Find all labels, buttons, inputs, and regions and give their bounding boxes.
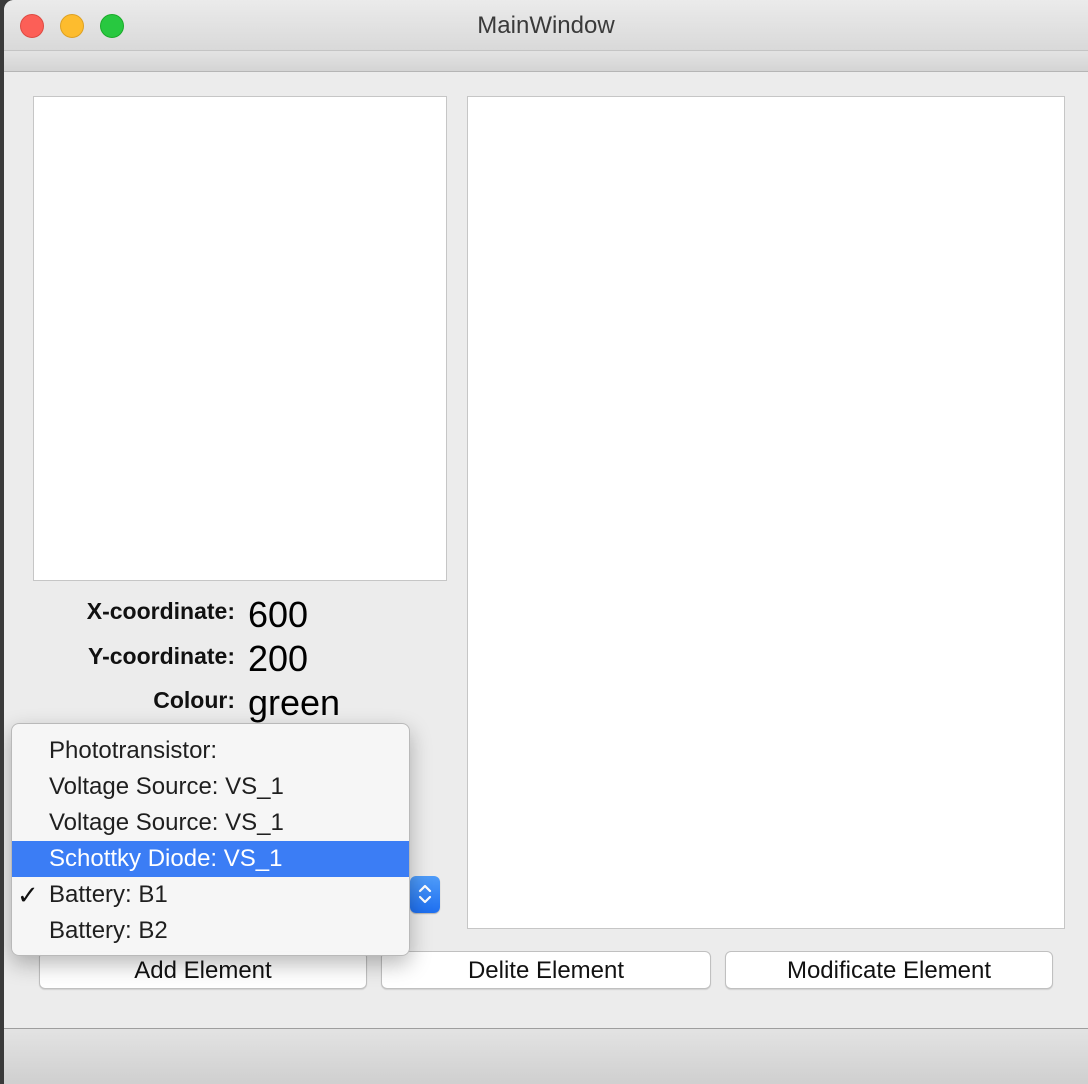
- menu-item-battery-b1[interactable]: ✓ Battery: B1: [12, 877, 409, 913]
- status-bar: [4, 1028, 1088, 1084]
- colour-value: green: [248, 682, 341, 723]
- menu-item-phototransistor[interactable]: Phototransistor:: [12, 733, 409, 769]
- title-bar[interactable]: MainWindow: [4, 0, 1088, 51]
- menu-item-label: Voltage Source: VS_1: [49, 773, 284, 800]
- add-element-button[interactable]: Add Element: [39, 951, 367, 989]
- window-title: MainWindow: [477, 12, 615, 39]
- toolbar: [4, 51, 1088, 72]
- delete-element-button[interactable]: Delite Element: [381, 951, 711, 989]
- element-list-panel[interactable]: [467, 96, 1065, 929]
- element-dropdown-menu[interactable]: Phototransistor: Voltage Source: VS_1 Vo…: [11, 723, 410, 956]
- checkmark-icon: ✓: [17, 880, 39, 910]
- menu-item-schottky-diode[interactable]: Schottky Diode: VS_1: [12, 841, 409, 877]
- y-coordinate-label: Y-coordinate:: [88, 643, 235, 669]
- menu-item-voltage-source-2[interactable]: Voltage Source: VS_1: [12, 805, 409, 841]
- x-coordinate-label: X-coordinate:: [86, 598, 235, 624]
- up-down-chevron-icon: [418, 884, 432, 904]
- main-window: MainWindow X-coordinate: 600 Y-coordinat…: [4, 0, 1088, 1084]
- element-select-arrows[interactable]: [410, 876, 440, 913]
- x-coordinate-value: 600: [248, 594, 309, 635]
- menu-item-voltage-source-1[interactable]: Voltage Source: VS_1: [12, 769, 409, 805]
- y-coordinate-value: 200: [248, 638, 309, 679]
- colour-label: Colour:: [153, 687, 235, 713]
- element-preview-panel[interactable]: [33, 96, 447, 581]
- menu-item-label: Battery: B1: [49, 881, 168, 908]
- modify-element-button[interactable]: Modificate Element: [725, 951, 1053, 989]
- menu-item-label: Voltage Source: VS_1: [49, 809, 284, 836]
- menu-item-battery-b2[interactable]: Battery: B2: [12, 913, 409, 949]
- menu-item-label: Battery: B2: [49, 917, 168, 944]
- menu-item-label: Schottky Diode: VS_1: [49, 845, 283, 872]
- menu-item-label: Phototransistor:: [49, 737, 218, 764]
